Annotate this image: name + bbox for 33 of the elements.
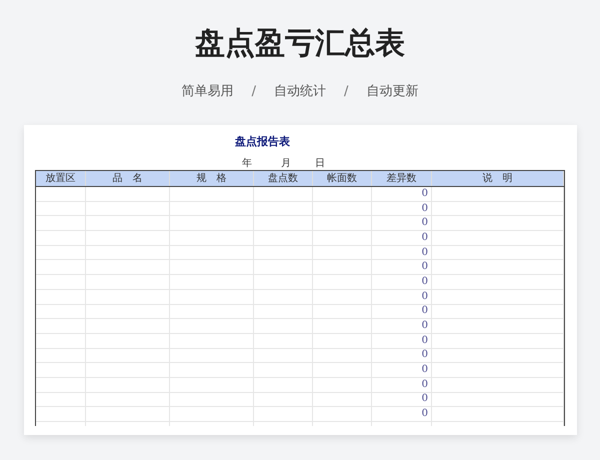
table-cell: 0 — [422, 232, 428, 244]
column-header: 规 格 — [170, 171, 254, 186]
table-cell: 0 — [422, 276, 428, 288]
table-cell: 0 — [422, 364, 428, 376]
table-cell: 0 — [422, 202, 428, 215]
feature-label: 简单易用 — [182, 83, 234, 101]
table-cell: 0 — [422, 188, 428, 200]
date-label: 月 — [281, 158, 291, 170]
table-cell: 0 — [422, 246, 428, 259]
table-cell: 0 — [422, 320, 428, 332]
table-cell: 0 — [422, 334, 428, 347]
table-cell: 0 — [422, 408, 428, 420]
feature-label: 自动更新 — [366, 83, 418, 101]
separator: / — [252, 83, 256, 101]
column-header: 放置区 — [36, 171, 86, 186]
table-cell: 0 — [422, 378, 428, 391]
column-header: 帐面数 — [313, 171, 372, 186]
column-header: 品 名 — [86, 171, 170, 186]
table-cell: 0 — [422, 349, 428, 362]
table-cell: 0 — [422, 217, 428, 230]
column-header: 盘点数 — [254, 171, 313, 186]
column-header: 差异数 — [372, 171, 432, 186]
feature-label: 自动统计 — [274, 83, 326, 101]
table-cell: 0 — [422, 393, 428, 406]
date-label: 年 — [242, 158, 252, 170]
table-cell: 0 — [422, 261, 428, 274]
table-cell: 0 — [422, 305, 428, 318]
sheet-title: 盘点报告表 — [235, 134, 290, 149]
separator: / — [344, 83, 348, 101]
table-cell: 0 — [422, 290, 428, 303]
page-title: 盘点盈亏汇总表 — [195, 25, 405, 63]
date-label: 日 — [315, 158, 325, 170]
column-header: 说 明 — [432, 171, 564, 186]
